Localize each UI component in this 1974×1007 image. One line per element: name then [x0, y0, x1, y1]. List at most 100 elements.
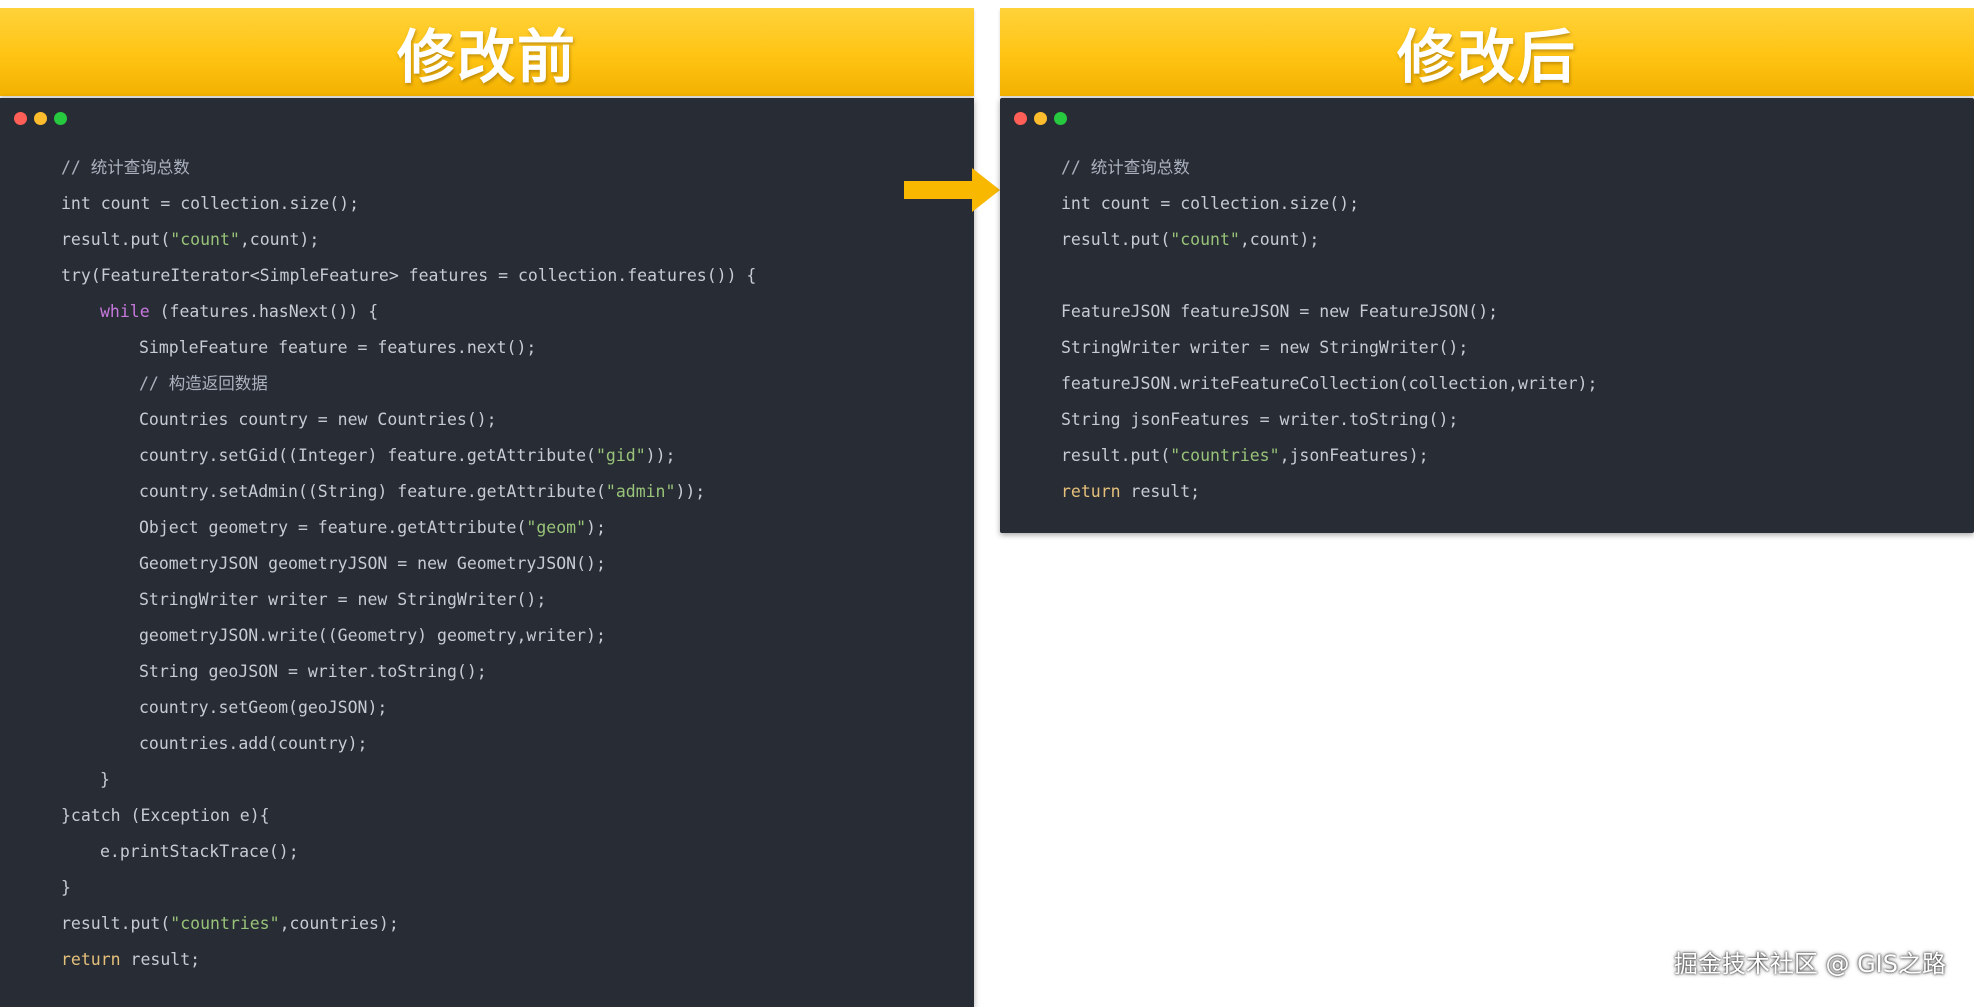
code-token: result.put(: [61, 230, 171, 249]
code-token: result;: [1120, 482, 1201, 501]
code-line: result.put("count",count);: [1061, 222, 1597, 258]
code-token: }catch (Exception e){: [61, 806, 270, 825]
code-line: int count = collection.size();: [1061, 186, 1597, 222]
code-token: ,count);: [1239, 230, 1320, 249]
code-line: // 构造返回数据: [61, 366, 756, 402]
code-token: country.setGeom(geoJSON);: [139, 698, 388, 717]
code-token: country.setAdmin((String) feature.getAtt…: [139, 482, 606, 501]
code-line: int count = collection.size();: [61, 186, 756, 222]
before-panel: 修改前 // 统计查询总数 int count = collection.size…: [0, 8, 974, 1007]
code-token: ));: [645, 446, 676, 465]
code-token: e.printStackTrace();: [100, 842, 299, 861]
before-banner: 修改前: [0, 8, 974, 96]
code-token: }: [100, 770, 110, 789]
code-line: FeatureJSON featureJSON = new FeatureJSO…: [1061, 294, 1597, 330]
code-token: "countries": [1170, 446, 1280, 465]
code-line: return result;: [1061, 474, 1597, 510]
before-title: 修改前: [396, 23, 577, 91]
code-line: GeometryJSON geometryJSON = new Geometry…: [61, 546, 756, 582]
code-line: geometryJSON.write((Geometry) geometry,w…: [61, 618, 756, 654]
code-token: return: [61, 950, 121, 969]
after-title: 修改后: [1396, 23, 1577, 91]
code-token: country.setGid((Integer) feature.getAttr…: [139, 446, 596, 465]
code-token: // 统计查询总数: [61, 158, 190, 177]
window-controls: [1014, 112, 1067, 125]
code-token: int count = collection.size();: [61, 194, 360, 213]
watermark: 掘金技术社区 @ GIS之路: [1673, 950, 1946, 978]
code-line: featureJSON.writeFeatureCollection(colle…: [1061, 366, 1597, 402]
code-line: country.setGid((Integer) feature.getAttr…: [61, 438, 756, 474]
code-token: StringWriter writer = new StringWriter()…: [139, 590, 547, 609]
code-line: e.printStackTrace();: [61, 834, 756, 870]
code-line: result.put("countries",countries);: [61, 906, 756, 942]
code-token: result;: [120, 950, 201, 969]
code-token: Object geometry = feature.getAttribute(: [139, 518, 527, 537]
code-line: country.setAdmin((String) feature.getAtt…: [61, 474, 756, 510]
code-token: StringWriter writer = new StringWriter()…: [1061, 338, 1469, 357]
code-token: return: [1061, 482, 1121, 501]
code-token: featureJSON.writeFeatureCollection(colle…: [1061, 374, 1598, 393]
window-close-dot: [1014, 112, 1027, 125]
code-line: StringWriter writer = new StringWriter()…: [61, 582, 756, 618]
code-token: try(FeatureIterator<SimpleFeature> featu…: [61, 266, 757, 285]
window-close-dot: [14, 112, 27, 125]
code-line: SimpleFeature feature = features.next();: [61, 330, 756, 366]
after-panel: 修改后 // 统计查询总数 int count = collection.size…: [1000, 8, 1974, 533]
code-line: Object geometry = feature.getAttribute("…: [61, 510, 756, 546]
code-token: "admin": [605, 482, 676, 501]
before-code-window: // 统计查询总数 int count = collection.size(); r…: [0, 98, 974, 1007]
code-token: "gid": [595, 446, 646, 465]
code-token: Countries country = new Countries();: [139, 410, 497, 429]
code-line: countries.add(country);: [61, 726, 756, 762]
code-token: "geom": [526, 518, 587, 537]
code-token: // 统计查询总数: [1061, 158, 1190, 177]
code-token: result.put(: [1061, 230, 1171, 249]
code-line: }catch (Exception e){: [61, 798, 756, 834]
code-line: String jsonFeatures = writer.toString();: [1061, 402, 1597, 438]
right-arrow-icon: [904, 168, 1000, 212]
window-minimize-dot: [34, 112, 47, 125]
code-token: ,jsonFeatures);: [1279, 446, 1429, 465]
after-code-block: // 统计查询总数 int count = collection.size(); r…: [1061, 150, 1597, 510]
after-banner: 修改后: [1000, 8, 1974, 96]
code-token: "count": [1170, 230, 1240, 249]
window-maximize-dot: [54, 112, 67, 125]
code-token: );: [586, 518, 606, 537]
code-token: while: [100, 302, 150, 321]
code-token: String jsonFeatures = writer.toString();: [1061, 410, 1459, 429]
window-controls: [14, 112, 67, 125]
code-line: result.put("countries",jsonFeatures);: [1061, 438, 1597, 474]
code-token: "countries": [170, 914, 280, 933]
code-token: result.put(: [61, 914, 171, 933]
code-token: ));: [675, 482, 706, 501]
code-line: String geoJSON = writer.toString();: [61, 654, 756, 690]
code-token: // 构造返回数据: [139, 374, 268, 393]
code-token: int count = collection.size();: [1061, 194, 1360, 213]
code-token: countries.add(country);: [139, 734, 368, 753]
code-token: geometryJSON.write((Geometry) geometry,w…: [139, 626, 606, 645]
code-line: }: [61, 870, 756, 906]
before-code-block: // 统计查询总数 int count = collection.size(); r…: [61, 150, 756, 978]
code-line: result.put("count",count);: [61, 222, 756, 258]
code-token: }: [61, 878, 71, 897]
code-line: // 统计查询总数: [1061, 150, 1597, 186]
code-line: StringWriter writer = new StringWriter()…: [1061, 330, 1597, 366]
after-code-window: // 统计查询总数 int count = collection.size(); r…: [1000, 98, 1974, 533]
code-line: country.setGeom(geoJSON);: [61, 690, 756, 726]
code-token: ,count);: [239, 230, 320, 249]
code-token: ,countries);: [279, 914, 399, 933]
code-line: Countries country = new Countries();: [61, 402, 756, 438]
window-maximize-dot: [1054, 112, 1067, 125]
window-minimize-dot: [1034, 112, 1047, 125]
code-token: FeatureJSON featureJSON = new FeatureJSO…: [1061, 302, 1499, 321]
code-line: while (features.hasNext()) {: [61, 294, 756, 330]
code-token: String geoJSON = writer.toString();: [139, 662, 487, 681]
code-line: }: [61, 762, 756, 798]
code-token: GeometryJSON geometryJSON = new Geometry…: [139, 554, 606, 573]
code-token: (features.hasNext()) {: [149, 302, 379, 321]
code-line: // 统计查询总数: [61, 150, 756, 186]
code-token: "count": [170, 230, 240, 249]
code-line: return result;: [61, 942, 756, 978]
code-line: try(FeatureIterator<SimpleFeature> featu…: [61, 258, 756, 294]
